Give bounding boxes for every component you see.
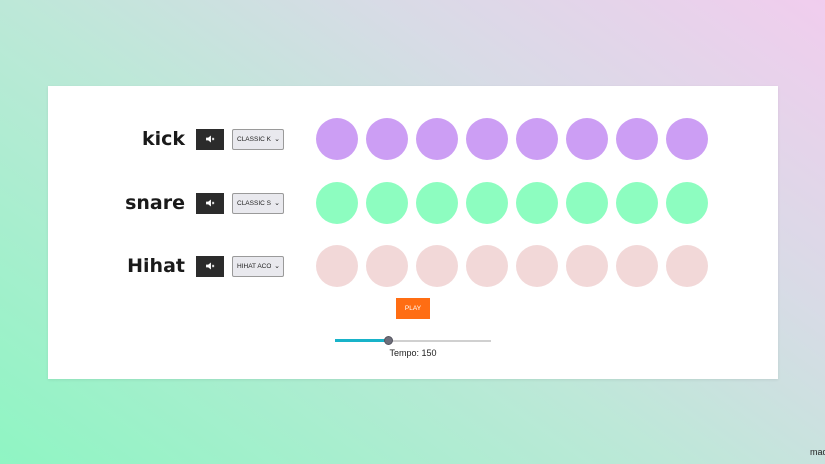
step-pad[interactable] [566,118,608,160]
corner-credit: mad [810,447,825,457]
speaker-mute-icon [205,262,214,270]
track-controls: Hihat HIHAT ACOUSTI ⌄ [127,244,284,288]
sound-select-value: CLASSIC KICK [237,135,271,143]
sound-select[interactable]: CLASSIC KICK ⌄ [232,128,284,150]
track-controls: kick CLASSIC KICK ⌄ [142,117,284,161]
track-row-snare: snare CLASSIC SNARE ⌄ [48,181,778,225]
step-pad[interactable] [516,245,558,287]
track-name: kick [141,128,185,150]
step-pad[interactable] [516,118,558,160]
step-pad[interactable] [366,182,408,224]
slider-thumb[interactable] [384,336,393,345]
tempo-readout: Tempo: 150 [363,348,463,358]
step-pad[interactable] [666,182,708,224]
track-name: snare [125,192,185,214]
track-name: Hihat [127,255,185,277]
step-pad[interactable] [416,245,458,287]
step-pad[interactable] [366,118,408,160]
step-pad[interactable] [666,118,708,160]
step-pad[interactable] [466,245,508,287]
mute-button[interactable] [196,128,224,150]
step-pad[interactable] [666,245,708,287]
chevron-down-icon: ⌄ [274,199,280,207]
step-pad[interactable] [566,245,608,287]
step-pad[interactable] [466,182,508,224]
step-pad[interactable] [516,182,558,224]
step-pad[interactable] [316,118,358,160]
speaker-mute-icon [205,199,214,207]
step-pad[interactable] [466,118,508,160]
step-pad[interactable] [616,245,658,287]
step-pad[interactable] [366,245,408,287]
step-pad[interactable] [566,182,608,224]
chevron-down-icon: ⌄ [274,262,280,270]
sound-select-value: CLASSIC SNARE [237,199,271,207]
slider-fill [335,339,388,342]
track-row-kick: kick CLASSIC KICK ⌄ [48,117,778,161]
step-pad[interactable] [316,182,358,224]
step-pad[interactable] [616,182,658,224]
step-pad[interactable] [316,245,358,287]
tempo-value: 150 [421,348,437,358]
track-row-hihat: Hihat HIHAT ACOUSTI ⌄ [48,244,778,288]
step-pad[interactable] [616,118,658,160]
speaker-mute-icon [205,135,214,143]
sound-select-value: HIHAT ACOUSTI [237,262,272,270]
drum-machine-panel: kick CLASSIC KICK ⌄ snare [48,86,778,379]
mute-button[interactable] [196,255,224,277]
mute-button[interactable] [196,192,224,214]
chevron-down-icon: ⌄ [274,135,280,143]
play-button[interactable]: PLAY [396,298,430,319]
tempo-label: Tempo: [389,348,419,358]
sound-select[interactable]: HIHAT ACOUSTI ⌄ [232,255,284,277]
step-pad[interactable] [416,182,458,224]
sound-select[interactable]: CLASSIC SNARE ⌄ [232,192,284,214]
track-controls: snare CLASSIC SNARE ⌄ [125,181,284,225]
tempo-slider[interactable] [335,335,491,347]
step-pad[interactable] [416,118,458,160]
